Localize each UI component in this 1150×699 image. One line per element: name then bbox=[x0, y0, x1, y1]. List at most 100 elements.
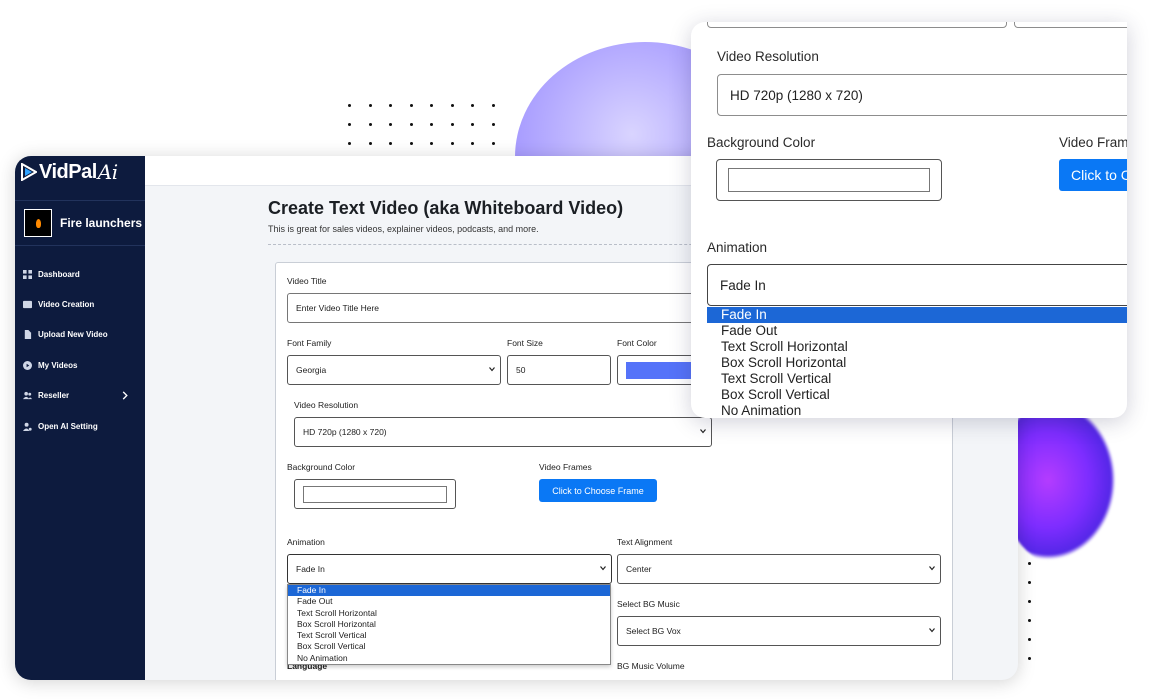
video-title-input[interactable]: Enter Video Title Here bbox=[287, 293, 717, 323]
decorative-dot bbox=[430, 123, 433, 126]
zoom-animation-option[interactable]: Box Scroll Vertical bbox=[707, 387, 1127, 403]
decorative-dot bbox=[491, 142, 495, 145]
font-family-value: Georgia bbox=[296, 365, 327, 375]
zoom-partial-field bbox=[1014, 22, 1127, 28]
decorative-dot bbox=[409, 142, 413, 145]
flame-icon bbox=[35, 218, 41, 228]
brand-logo[interactable]: VidPal Ai bbox=[21, 159, 118, 185]
decorative-dot bbox=[409, 123, 413, 126]
play-logo-icon bbox=[21, 163, 37, 181]
decorative-dot bbox=[368, 123, 372, 126]
sidebar-item-dashboard[interactable]: Dashboard bbox=[15, 259, 145, 289]
decorative-dot bbox=[1028, 562, 1031, 565]
font-family-label: Font Family bbox=[287, 338, 332, 348]
decorative-dot bbox=[1028, 619, 1031, 622]
decorative-dot bbox=[491, 104, 495, 107]
decorative-dot bbox=[450, 142, 454, 145]
zoom-animation-option[interactable]: Box Scroll Horizontal bbox=[707, 355, 1127, 371]
decorative-dot bbox=[450, 123, 454, 126]
choose-frame-button[interactable]: Click to Choose Frame bbox=[539, 479, 657, 502]
zoom-video-frames-label: Video Frame bbox=[1059, 135, 1127, 150]
decorative-ring bbox=[1000, 395, 1120, 565]
bg-music-volume-label: BG Music Volume bbox=[617, 661, 685, 671]
text-alignment-select[interactable]: Center bbox=[617, 554, 941, 584]
zoom-video-resolution-select[interactable]: HD 720p (1280 x 720) bbox=[717, 74, 1127, 116]
users-icon bbox=[23, 392, 32, 400]
profile-name: Fire launchers bbox=[60, 216, 143, 230]
chevron-right-icon bbox=[122, 390, 128, 400]
background-color-picker[interactable] bbox=[294, 479, 456, 509]
zoom-animation-option[interactable]: Text Scroll Vertical bbox=[707, 371, 1127, 387]
decorative-dot bbox=[368, 104, 372, 107]
sidebar-item-label: Reseller bbox=[38, 391, 70, 401]
sidebar-item-label: Open AI Setting bbox=[38, 421, 98, 431]
sidebar-item-reseller[interactable]: Reseller bbox=[15, 381, 145, 411]
sidebar-item-upload-new-video[interactable]: Upload New Video bbox=[15, 320, 145, 350]
chevron-down-icon bbox=[700, 429, 706, 434]
zoom-animation-option[interactable]: Fade In bbox=[707, 307, 1127, 323]
sidebar-nav: Dashboard Video Creation Upload New Vide… bbox=[15, 259, 145, 441]
animation-option[interactable]: Box Scroll Horizontal bbox=[288, 619, 610, 630]
chevron-down-icon bbox=[489, 367, 495, 372]
decorative-dot bbox=[389, 123, 392, 126]
brand-name: VidPal bbox=[39, 160, 97, 183]
animation-option[interactable]: No Animation bbox=[288, 653, 610, 664]
animation-option[interactable]: Box Scroll Vertical bbox=[288, 641, 610, 652]
font-size-input[interactable]: 50 bbox=[507, 355, 611, 385]
zoom-callout: Video Resolution HD 720p (1280 x 720) Ba… bbox=[691, 22, 1127, 418]
bg-music-label: Select BG Music bbox=[617, 599, 680, 609]
decorative-dot bbox=[348, 104, 351, 107]
file-icon bbox=[24, 330, 32, 340]
decorative-dot bbox=[430, 142, 433, 145]
page-title: Create Text Video (aka Whiteboard Video) bbox=[268, 198, 624, 218]
zoom-animation-select[interactable]: Fade In bbox=[707, 264, 1127, 306]
zoom-animation-option[interactable]: Fade Out bbox=[707, 323, 1127, 339]
animation-label: Animation bbox=[287, 537, 325, 547]
decorative-dot bbox=[1028, 600, 1031, 603]
decorative-dot bbox=[348, 142, 351, 145]
brand-suffix: Ai bbox=[97, 160, 118, 184]
zoom-choose-frame-button[interactable]: Click to C bbox=[1059, 159, 1127, 191]
animation-select[interactable]: Fade In bbox=[287, 554, 612, 584]
video-frames-label: Video Frames bbox=[539, 462, 592, 472]
zoom-animation-option[interactable]: Text Scroll Horizontal bbox=[707, 339, 1127, 355]
animation-option[interactable]: Fade Out bbox=[288, 596, 610, 607]
decorative-dot bbox=[430, 104, 433, 107]
decorative-dot bbox=[389, 104, 392, 107]
animation-option[interactable]: Fade In bbox=[288, 585, 610, 597]
text-alignment-value: Center bbox=[626, 564, 652, 574]
zoom-background-color-picker[interactable] bbox=[716, 159, 942, 201]
zoom-partial-field bbox=[707, 22, 1007, 28]
decorative-dot bbox=[471, 123, 474, 126]
zoom-animation-label: Animation bbox=[707, 240, 768, 255]
decorative-dot-grid bbox=[348, 104, 498, 156]
decorative-dot bbox=[450, 104, 454, 107]
zoom-video-resolution-label: Video Resolution bbox=[717, 49, 819, 64]
sidebar-item-video-creation[interactable]: Video Creation bbox=[15, 289, 145, 319]
decorative-dot bbox=[471, 142, 474, 145]
sidebar-item-open-ai-setting[interactable]: Open AI Setting bbox=[15, 411, 145, 441]
profile-block[interactable]: Fire launchers bbox=[15, 200, 145, 246]
zoom-animation-option[interactable]: No Animation bbox=[707, 403, 1127, 418]
video-resolution-value: HD 720p (1280 x 720) bbox=[303, 427, 387, 437]
screenshot-stage: VidPal Ai Fire launchers Dashboard Video … bbox=[0, 0, 1150, 699]
sidebar-item-label: Upload New Video bbox=[38, 330, 108, 340]
background-color-swatch bbox=[303, 486, 447, 503]
zoom-animation-dropdown: Fade In Fade Out Text Scroll Horizontal … bbox=[707, 307, 1127, 418]
decorative-dot bbox=[471, 104, 474, 107]
decorative-dot bbox=[409, 104, 413, 107]
animation-dropdown: Fade In Fade Out Text Scroll Horizontal … bbox=[287, 584, 611, 665]
animation-option[interactable]: Text Scroll Horizontal bbox=[288, 608, 610, 619]
sidebar-item-my-videos[interactable]: My Videos bbox=[15, 350, 145, 380]
sidebar: VidPal Ai Fire launchers Dashboard Video … bbox=[15, 156, 145, 680]
font-size-label: Font Size bbox=[507, 338, 543, 348]
video-resolution-select[interactable]: HD 720p (1280 x 720) bbox=[294, 417, 712, 447]
user-gear-icon bbox=[23, 422, 32, 431]
animation-option[interactable]: Text Scroll Vertical bbox=[288, 630, 610, 641]
bg-music-select[interactable]: Select BG Vox bbox=[617, 616, 941, 646]
dashboard-icon bbox=[23, 269, 32, 279]
decorative-dot bbox=[1028, 657, 1031, 660]
decorative-dot bbox=[1028, 581, 1031, 584]
video-title-label: Video Title bbox=[287, 276, 327, 286]
font-family-select[interactable]: Georgia bbox=[287, 355, 501, 385]
